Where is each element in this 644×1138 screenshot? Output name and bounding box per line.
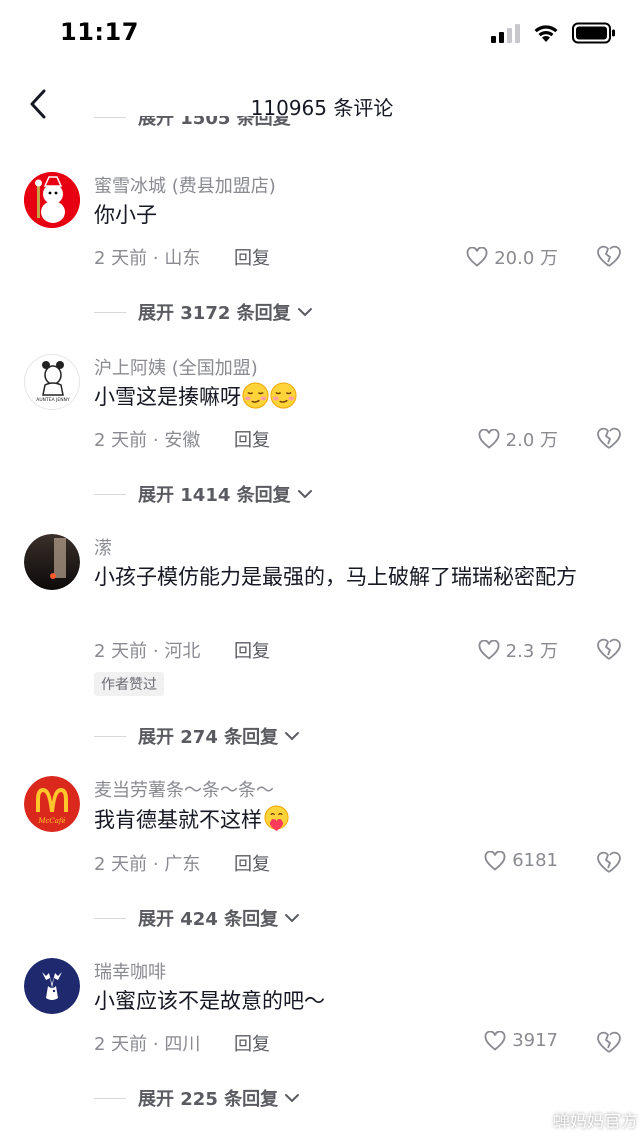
expand-replies-button[interactable]: 展开 3172 条回复	[94, 299, 315, 325]
dark-photo-avatar-icon	[24, 534, 80, 590]
broken-heart-icon[interactable]	[596, 426, 622, 452]
author-liked-badge: 作者赞过	[94, 672, 164, 696]
expand-replies-label: 展开 3172 条回复	[138, 303, 291, 324]
status-icons	[490, 22, 616, 44]
like-button[interactable]: 6181	[484, 850, 558, 871]
avatar[interactable]	[24, 534, 80, 590]
expand-replies-button[interactable]: 展开 274 条回复	[94, 723, 302, 749]
love-heart-face-icon	[264, 805, 289, 832]
chevron-down-icon	[297, 490, 312, 499]
auntie-logo-icon: AUNTEA JENNY	[26, 356, 79, 409]
divider-line	[94, 493, 126, 495]
status-bar: 11:17	[0, 0, 644, 66]
reply-button[interactable]: 回复	[234, 637, 270, 663]
comment-text: 小雪这是揍嘛呀	[94, 382, 624, 413]
divider-line	[94, 917, 126, 919]
expand-replies-button[interactable]: 展开 1505 条回复	[94, 116, 291, 130]
like-button[interactable]: 3917	[484, 1030, 558, 1051]
cellular-signal-icon	[491, 24, 520, 43]
like-button[interactable]: 20.0 万	[466, 244, 558, 270]
comment-text-content: 小雪这是揍嘛呀	[94, 385, 241, 409]
smirk-face-icon	[270, 382, 297, 409]
divider-line	[94, 116, 126, 118]
status-time: 11:17	[60, 18, 139, 46]
expand-replies-label: 展开 1505 条回复	[138, 116, 291, 129]
like-count: 20.0 万	[494, 248, 558, 269]
comment-author[interactable]: 蜜雪冰城 (费县加盟店)	[94, 172, 276, 198]
expand-replies-button[interactable]: 展开 225 条回复	[94, 1085, 302, 1111]
divider-line	[94, 311, 126, 313]
divider-line	[94, 1097, 126, 1099]
chevron-down-icon	[285, 732, 300, 741]
chevron-down-icon	[285, 914, 300, 923]
expand-replies-label: 展开 225 条回复	[138, 1089, 279, 1110]
like-count: 3917	[512, 1030, 558, 1051]
avatar[interactable]	[24, 172, 80, 228]
comment-time-location: 2 天前 · 安徽	[94, 430, 201, 451]
like-count: 6181	[512, 850, 558, 871]
heart-icon	[484, 1030, 506, 1051]
comment-text: 小孩子模仿能力是最强的，马上破解了瑞瑞秘密配方	[94, 565, 577, 589]
comment-time-location: 2 天前 · 广东	[94, 854, 201, 875]
comment-list[interactable]: 展开 1505 条回复 蜜雪冰城 (费县加盟店) 你小子 2 天前 · 山东 回…	[0, 116, 644, 1138]
broken-heart-icon[interactable]	[596, 244, 622, 270]
battery-icon	[572, 22, 615, 44]
heart-icon	[466, 247, 488, 267]
expand-replies-label: 展开 274 条回复	[138, 727, 279, 748]
comment-author[interactable]: 瑞幸咖啡	[94, 958, 166, 984]
watermark-text: 蝉妈妈官方	[553, 1112, 638, 1132]
reply-button[interactable]: 回复	[234, 244, 270, 270]
divider-line	[94, 735, 126, 737]
like-count: 2.3 万	[505, 641, 558, 662]
comment-time-location: 2 天前 · 四川	[94, 1034, 201, 1055]
deer-logo-icon	[24, 958, 80, 1014]
reply-button[interactable]: 回复	[234, 850, 270, 876]
broken-heart-icon[interactable]	[596, 637, 622, 663]
avatar[interactable]: AUNTEA JENNY	[24, 354, 80, 410]
snowman-logo-icon	[24, 172, 80, 228]
heart-icon	[478, 640, 500, 660]
comment-author[interactable]: 潆	[94, 534, 112, 560]
smirk-face-icon	[242, 382, 269, 409]
reply-button[interactable]: 回复	[234, 1030, 270, 1056]
weibo-icon	[527, 1111, 548, 1129]
comment-author[interactable]: 沪上阿姨 (全国加盟)	[94, 354, 258, 380]
expand-replies-button[interactable]: 展开 1414 条回复	[94, 481, 315, 507]
broken-heart-icon[interactable]	[596, 1030, 622, 1056]
svg-text:McCafé: McCafé	[37, 817, 65, 825]
heart-icon	[484, 850, 506, 871]
avatar[interactable]	[24, 958, 80, 1014]
comment-author[interactable]: 麦当劳薯条～条～条～	[94, 776, 274, 802]
comment-text: 你小子	[94, 203, 157, 227]
comment-time-location: 2 天前 · 河北	[94, 641, 201, 662]
expand-replies-label: 展开 1414 条回复	[138, 485, 291, 506]
comment-text: 我肯德基就不这样	[94, 805, 624, 836]
expand-replies-button[interactable]: 展开 424 条回复	[94, 905, 302, 931]
heart-icon	[478, 429, 500, 449]
comment-time-location: 2 天前 · 山东	[94, 248, 201, 269]
svg-text:AUNTEA JENNY: AUNTEA JENNY	[36, 397, 70, 403]
reply-button[interactable]: 回复	[234, 426, 270, 452]
comment-text-content: 我肯德基就不这样	[94, 808, 262, 832]
chevron-down-icon	[285, 1094, 300, 1103]
like-count: 2.0 万	[505, 430, 558, 451]
comment-text: 小蜜应该不是故意的吧～	[94, 989, 325, 1013]
watermark: 蝉妈妈官方	[527, 1107, 638, 1132]
chevron-down-icon	[297, 308, 312, 317]
like-button[interactable]: 2.3 万	[478, 637, 558, 663]
wifi-icon	[534, 25, 558, 42]
avatar[interactable]: McCafé	[24, 776, 80, 832]
broken-heart-icon[interactable]	[596, 850, 622, 876]
expand-replies-label: 展开 424 条回复	[138, 909, 279, 930]
like-button[interactable]: 2.0 万	[478, 426, 558, 452]
golden-arches-logo-icon: McCafé	[24, 776, 80, 832]
